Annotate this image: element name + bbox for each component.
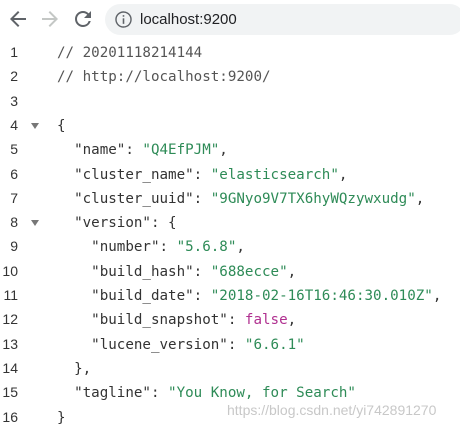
punctuation: "cluster_name": [57, 166, 211, 183]
punctuation: { [57, 117, 66, 134]
string-value: "6.6.1" [244, 336, 305, 353]
code-text: "build_date": "2018-02-16T16:46:30.010Z"… [57, 287, 441, 305]
back-icon[interactable] [6, 7, 30, 31]
code-text: "version": { [57, 214, 177, 232]
code-text: // 20201118214144 [57, 44, 202, 62]
punctuation: } [57, 409, 66, 426]
code-text: "cluster_uuid": "9GNyo9V7TX6hyWQzywxudg"… [57, 190, 424, 208]
fold-toggle-icon[interactable] [31, 122, 39, 129]
address-bar[interactable]: localhost:9200 [105, 4, 460, 35]
punctuation: "name": [57, 142, 143, 159]
punctuation: "number": [57, 239, 177, 256]
string-value: "9GNyo9V7TX6hyWQzywxudg" [210, 190, 416, 207]
line-number: 14 [2, 359, 18, 376]
code-text: "name": "Q4EfPJM", [57, 141, 228, 159]
string-value: "688ecce" [210, 263, 288, 280]
code-line: 7 "cluster_uuid": "9GNyo9V7TX6hyWQzywxud… [0, 187, 460, 211]
code-text: }, [57, 360, 91, 378]
line-number: 9 [10, 238, 18, 255]
code-line: 12 "build_snapshot": false, [0, 308, 460, 332]
punctuation: , [236, 239, 245, 256]
code-line: 1 // 20201118214144 [0, 41, 460, 65]
code-line: 5 "name": "Q4EfPJM", [0, 138, 460, 162]
code-line: 9 "number": "5.6.8", [0, 235, 460, 259]
code-text: "build_hash": "688ecce", [57, 263, 296, 281]
line-number: 12 [2, 311, 18, 328]
code-text: // http://localhost:9200/ [57, 68, 271, 86]
punctuation: "build_hash": [57, 263, 211, 280]
punctuation: }, [57, 360, 92, 377]
string-value: "2018-02-16T16:46:30.010Z" [210, 288, 433, 304]
fold-toggle-icon[interactable] [31, 220, 39, 227]
punctuation: "cluster_uuid": [57, 190, 211, 207]
line-number: 4 [10, 116, 18, 133]
code-line: 10 "build_hash": "688ecce", [0, 260, 460, 284]
punctuation: , [432, 288, 442, 304]
boolean-value: false [244, 312, 288, 329]
code-text: "lucene_version": "6.6.1" [57, 336, 305, 354]
line-number: 6 [10, 165, 18, 182]
line-number: 7 [10, 189, 18, 206]
watermark: https://blog.csdn.net/yi742891270 [227, 402, 437, 418]
code-line: 8 "version": { [0, 211, 460, 235]
punctuation: "build_date": [57, 288, 211, 304]
line-number: 16 [2, 408, 18, 425]
punctuation: "lucene_version": [57, 336, 245, 353]
info-icon[interactable] [114, 10, 133, 29]
punctuation: , [287, 263, 297, 280]
line-number: 8 [10, 214, 18, 231]
string-value: "5.6.8" [176, 239, 237, 256]
punctuation: , [219, 142, 228, 159]
code-line: 6 "cluster_name": "elasticsearch", [0, 163, 460, 187]
comment-text: // 20201118214144 [57, 45, 203, 61]
code-line: 3 [0, 90, 460, 114]
string-value: "You Know, for Search" [168, 385, 356, 402]
punctuation: "build_snapshot": [57, 312, 245, 329]
reload-icon[interactable] [71, 7, 95, 31]
line-number: 5 [10, 141, 18, 158]
browser-toolbar: localhost:9200 [0, 0, 460, 38]
json-viewer: 1 // 20201118214144 2 // http://localhost:9… [0, 38, 460, 432]
code-text: "number": "5.6.8", [57, 238, 245, 256]
line-number: 15 [2, 384, 18, 401]
punctuation: , [287, 312, 297, 329]
code-text: "cluster_name": "elasticsearch", [57, 166, 347, 184]
code-line: 11 "build_date": "2018-02-16T16:46:30.01… [0, 284, 460, 308]
punctuation: "tagline": [57, 385, 169, 402]
url-text[interactable]: localhost:9200 [140, 10, 237, 29]
line-number: 10 [2, 262, 18, 279]
code-line: 13 "lucene_version": "6.6.1" [0, 333, 460, 357]
code-text: } [57, 409, 66, 427]
string-value: "Q4EfPJM" [142, 142, 220, 159]
code-text: "build_snapshot": false, [57, 311, 296, 329]
line-number: 3 [10, 92, 18, 109]
punctuation: , [415, 190, 425, 207]
code-line: 4{ [0, 114, 460, 138]
code-line: 14 }, [0, 357, 460, 381]
code-text: "tagline": "You Know, for Search" [57, 384, 356, 402]
code-line: 2 // http://localhost:9200/ [0, 65, 460, 89]
comment-text: // http://localhost:9200/ [57, 69, 271, 86]
line-number: 1 [10, 44, 18, 60]
string-value: "elasticsearch" [210, 166, 339, 183]
line-number: 2 [10, 68, 18, 85]
code-text: { [57, 117, 66, 135]
punctuation: "version": { [57, 215, 177, 232]
line-number: 11 [3, 287, 18, 303]
punctuation: , [338, 166, 348, 183]
forward-icon[interactable] [38, 7, 62, 31]
line-number: 13 [2, 335, 18, 352]
